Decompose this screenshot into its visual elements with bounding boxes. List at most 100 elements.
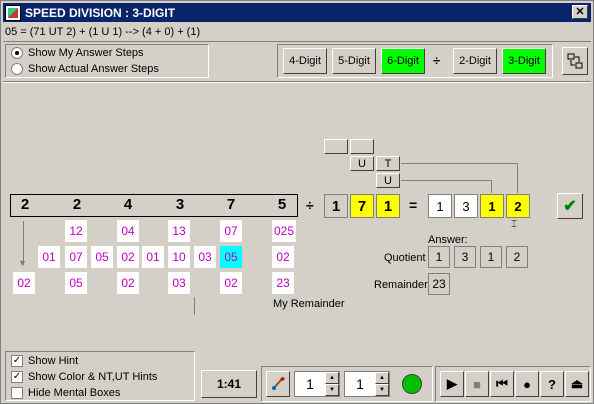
play-icon: ▶ — [447, 376, 457, 391]
dividend-digit: 5 — [277, 196, 287, 213]
quotient-digit: 1 — [428, 246, 450, 268]
work-cell[interactable]: 02 — [117, 246, 139, 268]
title-bar: SPEED DIVISION : 3-DIGIT ✕ — [3, 3, 591, 22]
work-cell[interactable]: 02 — [220, 272, 242, 294]
spinner-up-icon[interactable]: ▲ — [325, 372, 339, 384]
dividend-digit: 2 — [72, 196, 82, 213]
help-button[interactable]: ? — [540, 371, 564, 397]
eject-button[interactable]: ⏏ — [565, 371, 589, 397]
spinner-down-icon[interactable]: ▼ — [325, 384, 339, 396]
eject-icon: ⏏ — [570, 376, 584, 391]
dividend-4-digit-button[interactable]: 4-Digit — [283, 48, 327, 74]
record-button[interactable]: ● — [515, 371, 539, 397]
show-hint-checkbox[interactable]: ✓ Show Hint — [11, 355, 78, 367]
spinner-up-icon[interactable]: ▲ — [375, 372, 389, 384]
work-cell[interactable]: 07 — [220, 220, 242, 242]
help-icon: ? — [548, 376, 556, 392]
result-box[interactable]: 1 — [428, 194, 452, 218]
show-actual-steps-radio[interactable]: Show Actual Answer Steps — [11, 63, 159, 75]
radio-selected-icon — [11, 47, 23, 59]
connector-line-u — [401, 180, 492, 181]
divider-line — [194, 297, 195, 315]
result-box[interactable]: 3 — [454, 194, 478, 218]
brush-button[interactable] — [266, 371, 290, 397]
check-button[interactable]: ✔ — [557, 193, 583, 219]
divide-sign: ÷ — [306, 197, 314, 213]
separator — [3, 81, 591, 83]
controls-panel: 1 ▲ ▼ 1 ▲ ▼ — [261, 366, 433, 402]
dividend-6-digit-button[interactable]: 6-Digit — [381, 48, 425, 74]
divisor-digit: 1 — [376, 194, 400, 218]
dividend-digit: 7 — [226, 196, 236, 213]
hide-mental-boxes-label: Hide Mental Boxes — [28, 387, 121, 399]
u2-label-box: U — [376, 173, 400, 188]
stop-button[interactable]: ■ — [465, 371, 489, 397]
main-window: SPEED DIVISION : 3-DIGIT ✕ 05 = (71 UT 2… — [0, 0, 594, 404]
work-cell[interactable]: 03 — [194, 246, 216, 268]
work-cell[interactable]: 04 — [117, 220, 139, 242]
connector-line-t — [401, 163, 518, 164]
work-cell[interactable]: 03 — [168, 272, 190, 294]
dividend-5-digit-button[interactable]: 5-Digit — [332, 48, 376, 74]
hide-mental-boxes-checkbox[interactable]: Hide Mental Boxes — [11, 387, 120, 399]
t-label-box: T — [376, 156, 400, 171]
divisor-3-digit-button[interactable]: 3-Digit — [502, 48, 546, 74]
stop-icon: ■ — [473, 376, 481, 392]
divide-symbol: ÷ — [433, 53, 441, 68]
work-cell[interactable]: 01 — [38, 246, 60, 268]
close-button[interactable]: ✕ — [572, 5, 588, 19]
work-cell[interactable]: 05 — [91, 246, 113, 268]
work-cell-active[interactable]: 05 — [220, 246, 242, 268]
my-remainder-cell[interactable]: 23 — [272, 272, 294, 294]
switch-mode-button[interactable] — [562, 47, 588, 75]
app-icon — [5, 4, 21, 21]
work-cell[interactable]: 05 — [65, 272, 87, 294]
my-remainder-label: My Remainder — [273, 298, 345, 310]
ut-empty-box-2 — [350, 139, 374, 154]
show-color-hints-checkbox[interactable]: ✓ Show Color & NT,UT Hints — [11, 371, 157, 383]
work-cell[interactable]: 02 — [117, 272, 139, 294]
u-label-box: U — [350, 156, 374, 171]
work-cell[interactable]: 025 — [272, 220, 296, 242]
work-cell[interactable]: 13 — [168, 220, 190, 242]
show-my-steps-label: Show My Answer Steps — [28, 47, 144, 59]
result-box[interactable]: 2 — [506, 194, 530, 218]
dividend-digit: 4 — [123, 196, 133, 213]
swap-icon — [567, 53, 583, 69]
quotient-digit: 3 — [454, 246, 476, 268]
rewind-button[interactable]: ⏮ — [490, 371, 514, 397]
show-actual-steps-label: Show Actual Answer Steps — [28, 63, 159, 75]
play-button[interactable]: ▶ — [440, 371, 464, 397]
work-cell[interactable]: 07 — [65, 246, 87, 268]
playback-panel: ▶ ■ ⏮ ● ? ⏏ — [435, 366, 591, 402]
work-cell[interactable]: 02 — [13, 272, 35, 294]
checkbox-unchecked-icon — [11, 387, 23, 399]
spinner-down-icon[interactable]: ▼ — [375, 384, 389, 396]
remainder-label: Remainder — [374, 279, 428, 291]
result-box[interactable]: 1 — [480, 194, 504, 218]
spinner-2[interactable]: 1 ▲ ▼ — [344, 371, 390, 397]
ut-empty-box-1 — [324, 139, 348, 154]
hints-panel: ✓ Show Hint ✓ Show Color & NT,UT Hints H… — [5, 351, 195, 401]
show-my-steps-radio[interactable]: Show My Answer Steps — [11, 47, 144, 59]
work-cell[interactable]: 10 — [168, 246, 190, 268]
work-cell[interactable]: 01 — [142, 246, 164, 268]
remainder-value: 23 — [428, 273, 450, 295]
quotient-label: Quotient — [384, 252, 426, 264]
answer-label: Answer: — [428, 234, 468, 246]
equals-sign: = — [409, 197, 418, 213]
divisor-digit: 7 — [350, 194, 374, 218]
spinner-1[interactable]: 1 ▲ ▼ — [294, 371, 340, 397]
work-cell[interactable]: 02 — [272, 246, 294, 268]
equation-bar: 05 = (71 UT 2) + (1 U 1) --> (4 + 0) + (… — [3, 24, 591, 42]
divisor-2-digit-button[interactable]: 2-Digit — [453, 48, 497, 74]
brush-icon — [272, 376, 285, 390]
checkbox-checked-icon: ✓ — [11, 371, 23, 383]
show-color-hints-label: Show Color & NT,UT Hints — [28, 371, 158, 383]
spinner-2-value: 1 — [356, 376, 364, 392]
timer-button[interactable]: 1:41 — [201, 370, 257, 398]
work-cell[interactable]: 12 — [65, 220, 87, 242]
dividend-digit: 3 — [175, 196, 185, 213]
radio-unselected-icon — [11, 63, 23, 75]
spinner-1-value: 1 — [306, 376, 314, 392]
